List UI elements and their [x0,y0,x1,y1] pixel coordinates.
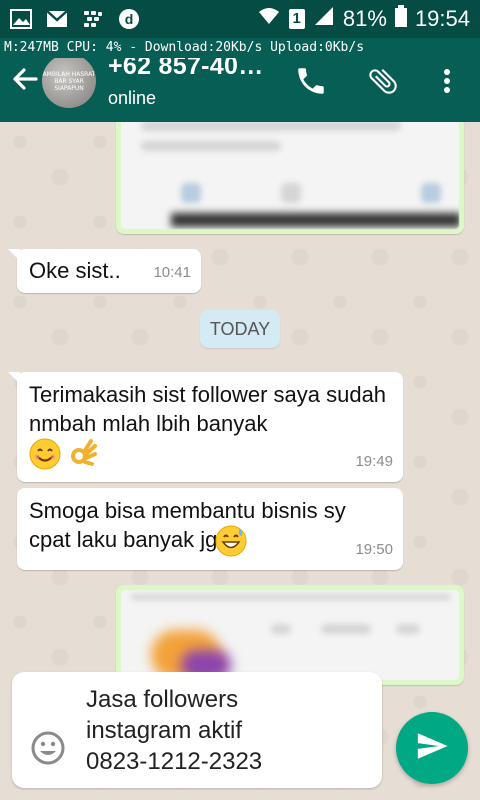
outgoing-image-message[interactable] [116,108,464,234]
clock: 19:54 [414,6,470,31]
overflow-menu-icon[interactable] [430,64,464,98]
message-text: Terimakasih sist follower saya sudah nmb… [29,382,387,436]
sim-badge: 1 [288,9,305,29]
message-text: Oke sist.. [29,258,121,283]
blurred-image [121,590,459,680]
message-text: Smoga bisa membantu bisnis sy cpat laku … [29,498,346,552]
smiling-face-icon [29,438,61,470]
incoming-message[interactable]: Oke sist.. 10:41 [8,249,201,293]
message-time: 19:50 [355,541,393,558]
incoming-message[interactable]: Terimakasih sist follower saya sudah nmb… [8,372,403,482]
ok-hand-icon [67,438,99,470]
battery-percent: 81% [342,6,387,31]
signal-icon [313,6,335,32]
d-app-icon: d [118,9,140,29]
message-input-box[interactable]: Jasa followers instagram aktif 0823-1212… [12,672,382,788]
message-time: 19:49 [355,453,393,470]
outgoing-image-message[interactable] [116,585,464,685]
contact-status: online [108,88,157,108]
system-monitor-overlay: M:247MB CPU: 4% - Download:20Kb/s Upload… [0,38,480,58]
status-bar: d 1 81% 19:54 [0,0,480,38]
grinning-sweat-face-icon [215,525,247,557]
send-icon [415,729,449,768]
message-input[interactable]: Jasa followers instagram aktif 0823-1212… [86,684,372,777]
back-arrow-icon[interactable] [8,62,42,96]
wifi-icon [257,6,281,32]
send-button[interactable] [396,712,468,784]
blurred-image [121,113,459,229]
avatar[interactable]: AMBILAH HASRAT BAR SYAR SIAPAPUN [42,54,96,108]
gmail-icon [46,9,68,29]
emoji-icon[interactable] [30,730,66,766]
paperclip-icon[interactable] [366,64,400,98]
gallery-icon [10,9,32,29]
message-time: 10:41 [153,264,191,281]
svg-text:d: d [125,11,134,27]
incoming-message[interactable]: Smoga bisa membantu bisnis sy cpat laku … [17,488,403,570]
battery-icon [394,5,407,33]
bbm-icon [82,9,104,29]
avatar-text: AMBILAH HASRAT BAR SYAR SIAPAPUN [42,70,96,92]
phone-icon[interactable] [294,64,328,98]
date-divider: TODAY [200,310,280,348]
